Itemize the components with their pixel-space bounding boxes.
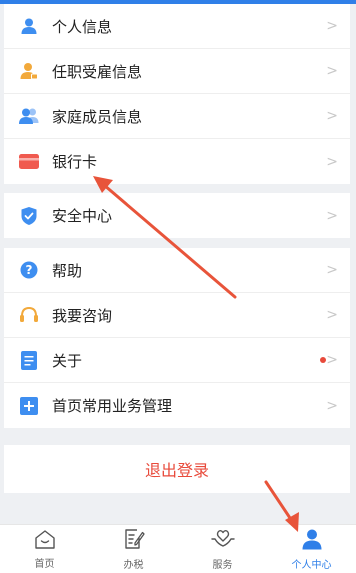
home-icon — [34, 529, 56, 553]
family-icon — [18, 105, 40, 127]
tab-tax[interactable]: 办税 — [89, 525, 178, 573]
shield-icon — [18, 205, 40, 227]
menu-item-label: 我要咨询 — [52, 306, 113, 325]
svg-text:?: ? — [26, 263, 33, 277]
tab-label: 首页 — [34, 558, 55, 570]
menu-item-label: 首页常用业务管理 — [52, 397, 173, 415]
help-icon: ? — [18, 259, 40, 281]
menu-item-about[interactable]: 关于 > — [4, 338, 350, 383]
plus-icon — [18, 395, 40, 417]
menu-item-personal-info[interactable]: 个人信息 > — [4, 4, 350, 49]
tab-home[interactable]: 首页 — [0, 525, 89, 573]
chevron-right-icon: > — [326, 307, 338, 323]
menu-item-security-center[interactable]: 安全中心 > — [4, 193, 350, 238]
menu-item-bank-card[interactable]: 银行卡 > — [4, 139, 350, 184]
menu-item-label: 关于 — [52, 351, 83, 370]
chevron-right-icon: > — [326, 18, 338, 34]
edit-document-icon — [123, 528, 145, 554]
chevron-right-icon: > — [326, 352, 338, 368]
menu-item-label: 个人信息 — [52, 17, 113, 36]
chevron-right-icon: > — [326, 262, 338, 278]
tab-label: 服务 — [212, 559, 233, 571]
menu-item-label: 任职受雇信息 — [52, 62, 143, 81]
menu-group-personal-info: 个人信息 > 任职受雇信息 > 家庭成员信息 > 银行卡 > — [4, 4, 350, 184]
menu-item-family-info[interactable]: 家庭成员信息 > — [4, 94, 350, 139]
tab-label: 办税 — [123, 559, 144, 571]
chevron-right-icon: > — [326, 207, 338, 224]
person-icon — [301, 528, 323, 554]
chevron-right-icon: > — [326, 397, 338, 414]
menu-item-consult[interactable]: 我要咨询 > — [4, 293, 350, 338]
menu-item-employment-info[interactable]: 任职受雇信息 > — [4, 49, 350, 94]
menu-item-label: 帮助 — [52, 261, 83, 280]
person-icon — [18, 15, 40, 37]
document-icon — [18, 349, 40, 371]
chevron-right-icon: > — [326, 108, 338, 124]
menu-group-support: ? 帮助 > 我要咨询 > 关于 > 首页常用业务管理 > — [4, 248, 350, 428]
tab-personal-center[interactable]: 个人中心 — [267, 525, 356, 573]
chevron-right-icon: > — [326, 63, 338, 79]
menu-item-label: 安全中心 — [52, 207, 113, 225]
menu-item-label: 家庭成员信息 — [52, 107, 143, 126]
menu-item-homepage-business-management[interactable]: 首页常用业务管理 > — [4, 383, 350, 428]
menu-item-label: 银行卡 — [52, 153, 98, 171]
menu-group-security: 安全中心 > — [4, 193, 350, 238]
hand-heart-icon — [210, 528, 236, 554]
headset-icon — [18, 304, 40, 326]
tab-label: 个人中心 — [291, 559, 332, 571]
notification-dot — [320, 357, 326, 363]
employee-icon — [18, 60, 40, 82]
bank-card-icon — [18, 151, 40, 173]
chevron-right-icon: > — [326, 153, 338, 170]
logout-button[interactable]: 退出登录 — [4, 445, 350, 493]
menu-item-help[interactable]: ? 帮助 > — [4, 248, 350, 293]
tab-service[interactable]: 服务 — [178, 525, 267, 573]
bottom-tab-bar: 首页 办税 服务 个人中心 — [0, 524, 356, 573]
